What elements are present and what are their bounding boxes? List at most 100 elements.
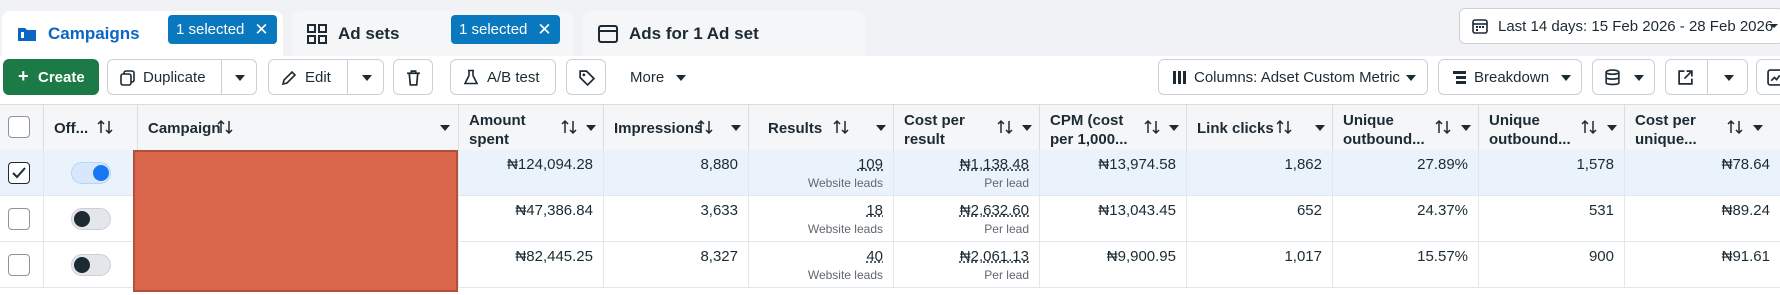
sort-icon[interactable]: [1275, 119, 1293, 135]
sort-icon[interactable]: [96, 119, 114, 135]
sort-icon[interactable]: [696, 119, 714, 135]
sort-icon[interactable]: [560, 119, 578, 135]
chevron-down-icon[interactable]: [1607, 125, 1617, 131]
cost-per-result-value[interactable]: ₦2,632.60: [960, 202, 1029, 219]
cost-per-result-type: Per lead: [984, 268, 1029, 282]
export-button[interactable]: [1665, 59, 1748, 95]
on-off-toggle[interactable]: [71, 162, 111, 184]
delete-button[interactable]: [393, 59, 433, 95]
column-header-cost-per-unique[interactable]: Cost per unique...: [1625, 105, 1780, 151]
on-off-toggle[interactable]: [71, 254, 111, 276]
sort-icon[interactable]: [832, 119, 850, 135]
cpm-cell: ₦13,974.58: [1040, 150, 1187, 196]
impressions-value: 3,633: [700, 202, 738, 219]
column-header-results[interactable]: Results: [749, 105, 894, 151]
table-header: Off... Campaign Amount spent Impressions…: [0, 104, 1780, 151]
row-checkbox[interactable]: [8, 162, 30, 184]
edit-label: Edit: [305, 69, 331, 86]
column-header-label: Off...: [54, 120, 89, 137]
chevron-down-icon[interactable]: [361, 73, 373, 83]
close-icon[interactable]: ✕: [537, 20, 551, 40]
unique-outbound-clicks-cell: 900: [1479, 242, 1625, 288]
results-value[interactable]: 40: [866, 248, 883, 265]
column-header-label: CPM (cost per 1,000...: [1050, 112, 1128, 148]
unique-outbound-clicks-cell: 531: [1479, 196, 1625, 242]
create-button[interactable]: + Create: [3, 59, 99, 95]
row-checkbox[interactable]: [8, 208, 30, 230]
chart-button[interactable]: [1756, 59, 1780, 95]
trash-icon: [407, 70, 420, 86]
row-checkbox[interactable]: [8, 254, 30, 276]
column-header-cpm[interactable]: CPM (cost per 1,000...: [1040, 105, 1187, 151]
sort-icon[interactable]: [216, 119, 234, 135]
chevron-down-icon[interactable]: [586, 125, 596, 131]
columns-icon: [1173, 71, 1186, 84]
column-header-campaign[interactable]: Campaign: [138, 105, 459, 151]
chevron-down-icon[interactable]: [1723, 73, 1735, 83]
chevron-down-icon: [1561, 75, 1571, 81]
cost-per-result-value[interactable]: ₦1,138.48: [960, 156, 1029, 173]
selected-badge[interactable]: 1 selected ✕: [451, 15, 560, 44]
tab-ads[interactable]: Ads for 1 Ad set: [583, 11, 865, 56]
tab-ad-sets[interactable]: Ad sets 1 selected ✕: [292, 11, 573, 56]
chevron-down-icon[interactable]: [440, 125, 450, 131]
column-header-label: Unique outbound...: [1343, 112, 1425, 148]
columns-button[interactable]: Columns: Adset Custom Metric: [1158, 59, 1428, 95]
sort-icon[interactable]: [1580, 119, 1598, 135]
cost-per-unique-cell: ₦89.24: [1625, 196, 1780, 242]
cost-per-result-type: Per lead: [984, 222, 1029, 236]
toggle-cell: [44, 150, 138, 196]
more-button[interactable]: More: [614, 59, 700, 95]
reports-button[interactable]: [1592, 59, 1655, 95]
cost-per-unique-value: ₦89.24: [1721, 202, 1770, 219]
column-header-label: Cost per result: [904, 112, 965, 148]
column-header-cost-per-result[interactable]: Cost per result: [894, 105, 1040, 151]
tag-button[interactable]: [566, 59, 606, 95]
chevron-down-icon[interactable]: [1753, 125, 1763, 131]
selected-badge[interactable]: 1 selected ✕: [168, 15, 277, 44]
chevron-down-icon[interactable]: [1169, 125, 1179, 131]
cost-per-result-cell: ₦1,138.48 Per lead: [894, 150, 1040, 196]
on-off-toggle[interactable]: [71, 208, 111, 230]
columns-label: Columns: Adset Custom Metric: [1194, 69, 1400, 86]
cost-per-result-value[interactable]: ₦2,061.13: [960, 248, 1029, 265]
column-header-unique-outbound-ctr[interactable]: Unique outbound...: [1333, 105, 1479, 151]
duplicate-label: Duplicate: [143, 69, 206, 86]
chevron-down-icon[interactable]: [1461, 125, 1471, 131]
sort-icon[interactable]: [996, 119, 1014, 135]
chevron-down-icon[interactable]: [1315, 125, 1325, 131]
ab-test-button[interactable]: A/B test: [450, 59, 556, 95]
divider: [1707, 60, 1708, 94]
results-value[interactable]: 109: [858, 156, 883, 173]
divider: [347, 60, 348, 94]
edit-button[interactable]: Edit: [268, 59, 384, 95]
toggle-knob: [74, 211, 90, 227]
chevron-down-icon[interactable]: [876, 125, 886, 131]
cost-per-result-cell: ₦2,632.60 Per lead: [894, 196, 1040, 242]
flask-icon: [463, 69, 479, 85]
chevron-down-icon[interactable]: [234, 73, 246, 83]
results-value[interactable]: 18: [866, 202, 883, 219]
chevron-down-icon[interactable]: [1022, 125, 1032, 131]
impressions-cell: 8,880: [604, 150, 749, 196]
column-header-link-clicks[interactable]: Link clicks: [1187, 105, 1333, 151]
close-icon[interactable]: ✕: [254, 20, 268, 40]
duplicate-button[interactable]: Duplicate: [107, 59, 257, 95]
breakdown-button[interactable]: Breakdown: [1438, 59, 1582, 95]
cpm-value: ₦9,900.95: [1106, 248, 1176, 265]
column-header-unique-outbound-clicks[interactable]: Unique outbound...: [1479, 105, 1625, 151]
column-header-label: Amount spent: [469, 112, 526, 148]
sort-icon[interactable]: [1434, 119, 1452, 135]
column-header-off[interactable]: Off...: [44, 105, 138, 151]
sort-icon[interactable]: [1726, 119, 1744, 135]
column-header-impressions[interactable]: Impressions: [604, 105, 749, 151]
link-clicks-cell: 652: [1187, 196, 1333, 242]
toggle-cell: [44, 196, 138, 242]
select-all-checkbox[interactable]: [8, 116, 30, 138]
date-range-picker[interactable]: Last 14 days: 15 Feb 2026 - 28 Feb 2026: [1459, 8, 1780, 44]
sort-icon[interactable]: [1143, 119, 1161, 135]
chevron-down-icon[interactable]: [731, 125, 741, 131]
column-header-amount-spent[interactable]: Amount spent: [459, 105, 604, 151]
tab-campaigns[interactable]: Campaigns 1 selected ✕: [2, 11, 283, 56]
unique-outbound-ctr-value: 27.89%: [1417, 156, 1468, 173]
